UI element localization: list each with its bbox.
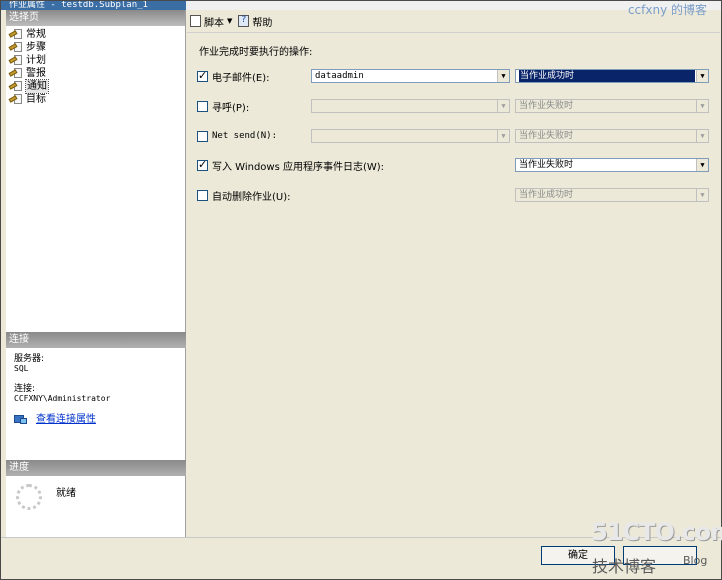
email-operator-value: dataadmin <box>315 71 364 81</box>
email-row: 电子邮件(E): <box>197 69 270 84</box>
page-wrench-icon <box>8 68 23 79</box>
select-page-header: 选择页 <box>6 10 185 26</box>
email-condition-value: 当作业成功时 <box>519 70 695 82</box>
email-label: 电子邮件(E): <box>212 72 270 84</box>
page-item-label: 计划 <box>26 55 46 66</box>
progress-header: 进度 <box>6 460 186 476</box>
connection-section: 连接 服务器: SQL 连接: CCFXNY\Administrator 查看连… <box>6 332 186 431</box>
connection-properties-icon <box>14 414 28 425</box>
script-label: 脚本 <box>204 17 224 29</box>
autodelete-row: 自动删除作业(U): <box>197 188 291 203</box>
page-wrench-icon <box>8 94 23 105</box>
site-blog-watermark: Blog <box>683 554 708 567</box>
connection-value: CCFXNY\Administrator <box>14 394 111 403</box>
autodelete-condition-value: 当作业成功时 <box>519 190 574 200</box>
chevron-down-icon[interactable]: ▼ <box>696 100 708 112</box>
chevron-down-icon[interactable]: ▼ <box>696 159 708 171</box>
group-title: 作业完成时要执行的操作: <box>199 47 313 58</box>
email-operator-select[interactable]: dataadmin ▼ <box>311 69 510 83</box>
page-item-label: 通知 <box>25 79 49 94</box>
job-properties-window: 作业属性 - testdb.Subplan_1 选择页 常规 步骤 计划 警报 <box>0 0 722 580</box>
script-icon <box>190 15 201 27</box>
page-item-label: 目标 <box>26 94 46 105</box>
right-panel: 脚本 ▼ 帮助 作业完成时要执行的操作: 电子邮件(E): dataadmin … <box>187 10 720 537</box>
eventlog-row: 写入 Windows 应用程序事件日志(W): <box>197 158 385 173</box>
page-item-label: 步骤 <box>26 42 46 53</box>
page-item-label: 警报 <box>26 68 46 79</box>
site-logo-watermark: 51CTO.com <box>591 518 722 546</box>
pager-condition-value: 当作业失败时 <box>519 101 574 111</box>
chevron-down-icon[interactable]: ▼ <box>696 70 708 82</box>
help-button[interactable]: 帮助 <box>238 14 272 29</box>
page-wrench-icon <box>8 42 23 53</box>
netsend-checkbox[interactable] <box>197 130 208 142</box>
chevron-down-icon[interactable]: ▼ <box>696 130 708 142</box>
netsend-condition-value: 当作业失败时 <box>519 131 574 141</box>
progress-status: 就绪 <box>56 488 76 499</box>
notification-content: 作业完成时要执行的操作: 电子邮件(E): dataadmin ▼ 当作业成功时… <box>187 32 720 537</box>
page-wrench-icon <box>8 55 23 66</box>
page-wrench-icon <box>8 81 23 92</box>
page-wrench-icon <box>8 29 23 40</box>
netsend-row: Net send(N): <box>197 129 277 143</box>
page-item-general[interactable]: 常规 <box>6 28 185 41</box>
eventlog-label: 写入 Windows 应用程序事件日志(W): <box>212 161 385 173</box>
pager-condition-select[interactable]: 当作业失败时 ▼ <box>515 99 709 113</box>
script-button[interactable]: 脚本 ▼ <box>190 14 232 29</box>
server-value: SQL <box>14 364 29 373</box>
window-title: 作业属性 - testdb.Subplan_1 <box>1 1 186 10</box>
pager-label: 寻呼(P): <box>212 102 250 114</box>
progress-section: 进度 就绪 <box>6 460 186 518</box>
pager-checkbox[interactable] <box>197 100 208 112</box>
netsend-operator-select[interactable]: ▼ <box>311 129 510 143</box>
chevron-down-icon[interactable]: ▼ <box>497 130 509 142</box>
autodelete-label: 自动删除作业(U): <box>212 191 291 203</box>
pager-operator-select[interactable]: ▼ <box>311 99 510 113</box>
autodelete-condition-select[interactable]: 当作业成功时 ▼ <box>515 188 709 202</box>
view-connection-link[interactable]: 查看连接属性 <box>36 414 96 425</box>
eventlog-condition-value: 当作业失败时 <box>519 160 574 170</box>
page-item-schedules[interactable]: 计划 <box>6 54 185 67</box>
email-condition-select[interactable]: 当作业成功时 ▼ <box>515 69 709 83</box>
blog-watermark: ccfxny 的博客 <box>627 3 707 17</box>
page-list: 常规 步骤 计划 警报 通知 目标 <box>6 26 185 106</box>
help-label: 帮助 <box>252 17 273 29</box>
autodelete-checkbox[interactable] <box>197 189 208 201</box>
progress-spinner-icon <box>16 484 42 510</box>
page-item-label: 常规 <box>26 29 46 40</box>
chevron-down-icon[interactable]: ▼ <box>696 189 708 201</box>
page-item-targets[interactable]: 目标 <box>6 93 185 106</box>
left-panel: 选择页 常规 步骤 计划 警报 通知 目标 连接 服务器: SQL 连接: CC… <box>6 10 186 537</box>
page-item-notifications[interactable]: 通知 <box>6 79 185 94</box>
email-checkbox[interactable] <box>197 69 208 82</box>
chevron-down-icon[interactable]: ▼ <box>227 17 232 25</box>
page-item-steps[interactable]: 步骤 <box>6 41 185 54</box>
netsend-condition-select[interactable]: 当作业失败时 ▼ <box>515 129 709 143</box>
eventlog-checkbox[interactable] <box>197 158 208 171</box>
site-sub-watermark: 技术博客 <box>592 557 657 576</box>
connection-label: 连接: <box>14 384 36 394</box>
help-icon <box>238 15 250 27</box>
eventlog-condition-select[interactable]: 当作业失败时 ▼ <box>515 158 709 172</box>
chevron-down-icon[interactable]: ▼ <box>497 70 509 82</box>
pager-row: 寻呼(P): <box>197 99 250 114</box>
chevron-down-icon[interactable]: ▼ <box>497 100 509 112</box>
connection-header: 连接 <box>6 332 186 348</box>
netsend-label: Net send(N): <box>212 131 278 141</box>
view-connection-properties[interactable]: 查看连接属性 <box>14 414 178 425</box>
page-item-alerts[interactable]: 警报 <box>6 67 185 80</box>
server-label: 服务器: <box>14 354 45 364</box>
